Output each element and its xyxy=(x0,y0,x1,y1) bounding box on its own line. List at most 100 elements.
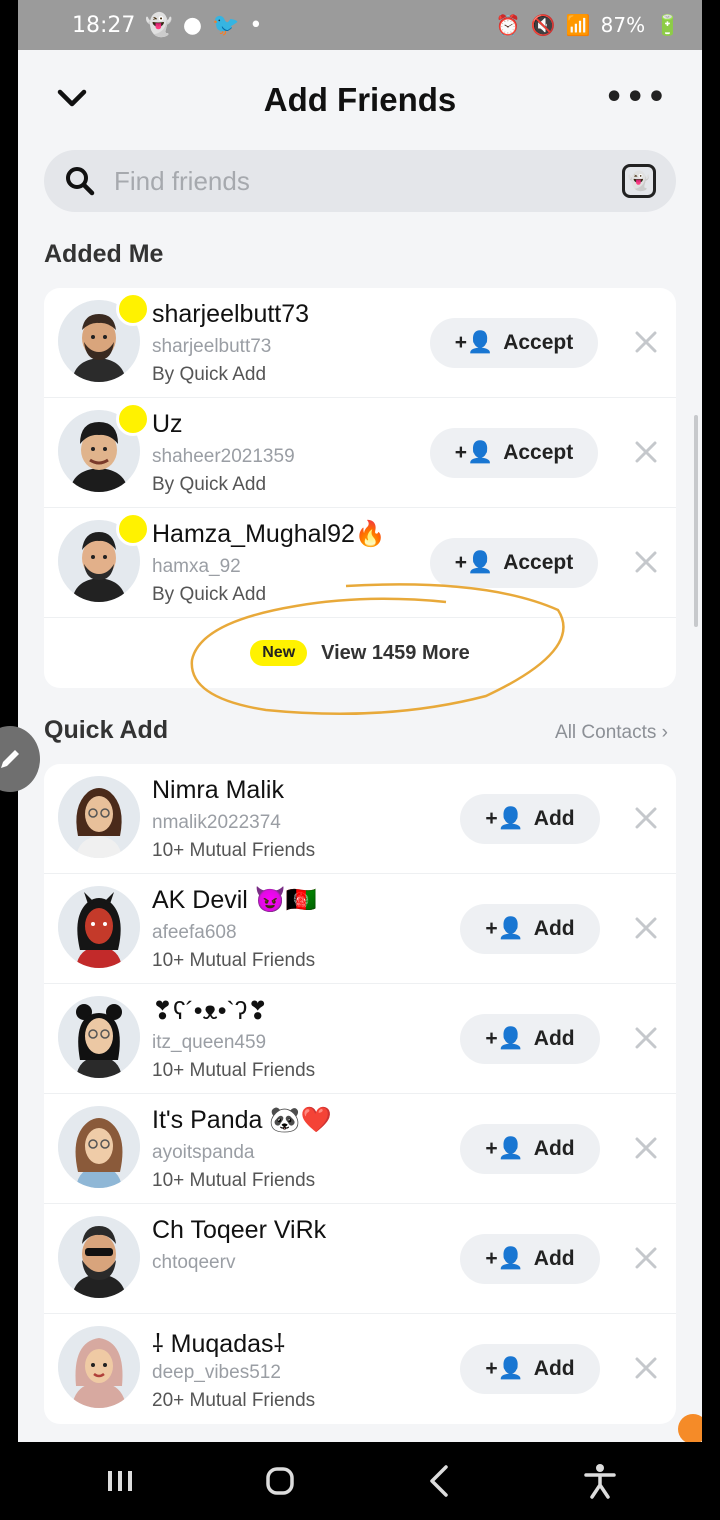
add-button[interactable]: +👤 Add xyxy=(460,1234,600,1284)
accept-label: Accept xyxy=(503,551,574,574)
avatar[interactable] xyxy=(58,1216,140,1298)
bitmoji-avatar-icon xyxy=(58,1326,140,1408)
accessibility-icon[interactable] xyxy=(580,1461,620,1501)
battery-level: 87% xyxy=(600,13,646,37)
add-friend-icon: +👤 xyxy=(485,1357,524,1380)
accept-button[interactable]: +👤 Accept xyxy=(430,318,598,368)
avatar[interactable] xyxy=(58,1106,140,1188)
add-button[interactable]: +👤 Add xyxy=(460,904,600,954)
list-item[interactable]: sharjeelbutt73 sharjeelbutt73 By Quick A… xyxy=(44,288,676,398)
avatar[interactable] xyxy=(58,776,140,858)
all-contacts-link[interactable]: All Contacts › xyxy=(555,722,668,744)
friend-name: Nimra Malik xyxy=(152,776,284,804)
close-icon[interactable] xyxy=(634,1246,658,1270)
list-item[interactable]: Hamza_Mughal92🔥 hamxa_92 By Quick Add +👤… xyxy=(44,508,676,618)
mutual-friends: 10+ Mutual Friends xyxy=(152,840,316,861)
add-friend-icon: +👤 xyxy=(485,1247,524,1270)
add-button[interactable]: +👤 Add xyxy=(460,794,600,844)
list-item[interactable]: AK Devil 😈🇦🇫 afeefa608 10+ Mutual Friend… xyxy=(44,874,676,984)
close-icon[interactable] xyxy=(634,440,658,464)
dot-icon: • xyxy=(249,12,263,38)
add-button[interactable]: +👤 Add xyxy=(460,1344,600,1394)
quick-add-card: Nimra Malik nmalik2022374 10+ Mutual Fri… xyxy=(44,764,676,1424)
add-friend-icon: +👤 xyxy=(485,1027,524,1050)
friend-username: ayoitspanda xyxy=(152,1142,255,1163)
mutual-friends: 10+ Mutual Friends xyxy=(152,1060,316,1081)
add-label: Add xyxy=(533,1027,575,1050)
close-icon[interactable] xyxy=(634,916,658,940)
view-more-button[interactable]: New View 1459 More xyxy=(44,618,676,688)
accept-button[interactable]: +👤 Accept xyxy=(430,538,598,588)
scrollbar[interactable] xyxy=(694,415,698,627)
pencil-glyph xyxy=(1,750,19,768)
status-right: ⏰ 🔇 📶 87% 🔋 xyxy=(496,13,680,37)
close-icon[interactable] xyxy=(634,1356,658,1380)
friend-name: It's Panda 🐼❤️ xyxy=(152,1106,332,1134)
close-icon[interactable] xyxy=(634,1026,658,1050)
add-friend-icon: +👤 xyxy=(485,807,524,830)
friend-name: ⸸ Muqadas⸸ xyxy=(152,1330,286,1358)
close-icon[interactable] xyxy=(634,550,658,574)
list-item[interactable]: Uz shaheer2021359 By Quick Add +👤 Accept xyxy=(44,398,676,508)
list-item[interactable]: ❣ʕ´•ᴥ•`ʔ❣ itz_queen459 10+ Mutual Friend… xyxy=(44,984,676,1094)
added-me-card: sharjeelbutt73 sharjeelbutt73 By Quick A… xyxy=(44,288,676,688)
add-friend-icon: +👤 xyxy=(485,917,524,940)
system-nav-bar xyxy=(0,1442,720,1520)
list-item[interactable]: Nimra Malik nmalik2022374 10+ Mutual Fri… xyxy=(44,764,676,874)
search-input[interactable] xyxy=(114,165,622,197)
add-friend-icon: +👤 xyxy=(454,441,494,464)
status-bar: 18:27 👻 ● 🐦 • ⏰ 🔇 📶 87% 🔋 xyxy=(18,0,702,50)
more-options-icon[interactable]: ••• xyxy=(604,83,668,113)
recent-apps-icon[interactable] xyxy=(100,1461,140,1501)
close-icon[interactable] xyxy=(634,330,658,354)
bitmoji-avatar-icon xyxy=(58,886,140,968)
add-label: Add xyxy=(533,917,575,940)
new-indicator-dot xyxy=(116,512,150,546)
add-label: Add xyxy=(533,1247,575,1270)
add-button[interactable]: +👤 Add xyxy=(460,1014,600,1064)
mutual-friends: 20+ Mutual Friends xyxy=(152,1390,316,1411)
friend-source: By Quick Add xyxy=(152,364,267,385)
alarm-icon: ⏰ xyxy=(495,13,521,37)
add-friend-icon: +👤 xyxy=(454,331,494,354)
bitmoji-avatar-icon xyxy=(58,776,140,858)
list-item[interactable]: ⸸ Muqadas⸸ deep_vibes512 20+ Mutual Frie… xyxy=(44,1314,676,1424)
friend-name: Ch Toqeer ViRk xyxy=(152,1216,327,1244)
snapchat-icon: 👻 xyxy=(145,12,173,38)
add-button[interactable]: +👤 Add xyxy=(460,1124,600,1174)
avatar[interactable] xyxy=(58,1326,140,1408)
list-item[interactable]: It's Panda 🐼❤️ ayoitspanda 10+ Mutual Fr… xyxy=(44,1094,676,1204)
overlay-badge-icon[interactable] xyxy=(678,1414,702,1442)
mutual-friends: 10+ Mutual Friends xyxy=(152,950,316,971)
add-friend-icon: +👤 xyxy=(485,1137,524,1160)
add-label: Add xyxy=(533,1137,575,1160)
list-item[interactable]: Ch Toqeer ViRk chtoqeerv +👤 Add xyxy=(44,1204,676,1314)
friend-username: deep_vibes512 xyxy=(152,1362,281,1383)
close-icon[interactable] xyxy=(634,806,658,830)
friend-name: AK Devil 😈🇦🇫 xyxy=(152,886,318,914)
accept-button[interactable]: +👤 Accept xyxy=(430,428,598,478)
add-friend-icon: +👤 xyxy=(454,551,494,574)
snapcode-scan-icon[interactable]: 👻 xyxy=(622,164,656,198)
search-icon xyxy=(66,167,95,196)
home-icon[interactable] xyxy=(260,1461,300,1501)
new-indicator-dot xyxy=(116,292,150,326)
accept-label: Accept xyxy=(503,441,574,464)
app-screen: 18:27 👻 ● 🐦 • ⏰ 🔇 📶 87% 🔋 Add Friends ••… xyxy=(18,0,702,1442)
close-icon[interactable] xyxy=(634,1136,658,1160)
search-bar[interactable]: 👻 xyxy=(44,150,676,212)
mute-icon: 🔇 xyxy=(530,13,556,37)
friend-username: sharjeelbutt73 xyxy=(152,336,272,357)
snap-icon: ● xyxy=(182,12,203,38)
new-indicator-dot xyxy=(116,402,150,436)
chevron-right-icon: › xyxy=(661,722,668,743)
chevron-down-icon[interactable] xyxy=(54,80,90,116)
friend-username: afeefa608 xyxy=(152,922,237,943)
quick-add-title: Quick Add xyxy=(44,716,169,744)
back-icon[interactable] xyxy=(420,1461,460,1501)
header: Add Friends ••• xyxy=(18,50,702,150)
add-label: Add xyxy=(533,1357,575,1380)
friend-name: Uz xyxy=(152,410,183,438)
avatar[interactable] xyxy=(58,886,140,968)
avatar[interactable] xyxy=(58,996,140,1078)
